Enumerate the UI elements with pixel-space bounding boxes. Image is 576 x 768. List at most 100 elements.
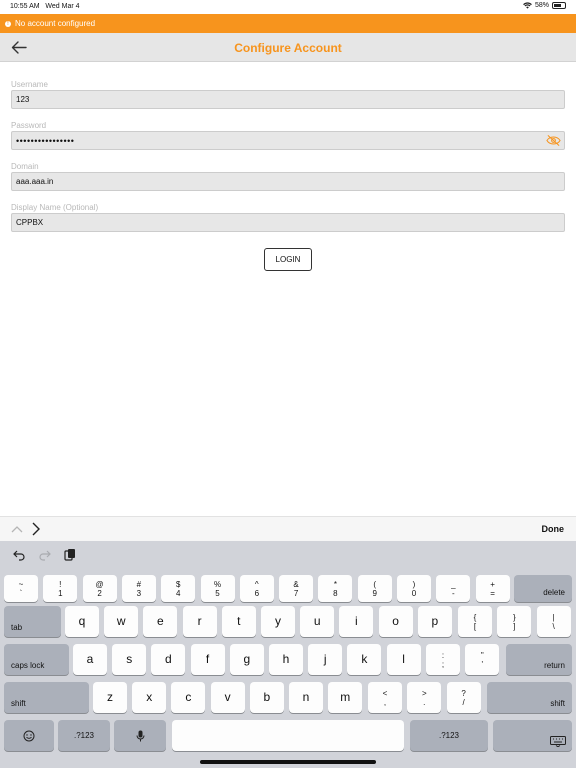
key-3[interactable]: #3 [121,575,156,602]
done-button[interactable]: Done [542,524,565,534]
undo-icon[interactable] [12,548,26,562]
key-i[interactable]: i [339,606,374,637]
display-name-input[interactable]: CPPBX [11,213,565,232]
domain-label: Domain [11,162,39,171]
key-top-label: % [213,579,222,589]
page-title: Configure Account [234,41,342,55]
password-label: Password [11,121,47,130]
display-name-field-group: Display Name (Optional) CPPBX [11,203,565,232]
key-top-label: ) [412,579,416,589]
key-1[interactable]: ! 1 [43,575,78,602]
keyboard-icon [550,736,566,747]
caps-lock-key[interactable]: caps lock [4,644,69,675]
key-9[interactable]: (9 [357,575,392,602]
numbers-key-left[interactable]: .?123 [58,720,110,751]
key-f[interactable]: f [190,644,225,675]
key-11[interactable]: _ - [436,575,471,602]
return-key[interactable]: return [506,644,572,675]
key-g[interactable]: g [229,644,264,675]
key-w[interactable]: w [104,606,139,637]
key-10[interactable]: ) 0 [397,575,431,602]
key-v[interactable]: v [210,682,245,713]
key-l[interactable]: l [386,644,421,675]
key-n[interactable]: n [289,682,323,713]
key-bottom-label: ` [19,588,23,598]
key-a[interactable]: a [73,644,107,675]
banner-text: No account configured [15,19,96,28]
emoji-key[interactable] [4,720,54,751]
key-h[interactable]: h [269,644,303,675]
key-sym4-1[interactable]: >. [407,682,442,713]
key-b[interactable]: b [249,682,284,713]
key-x[interactable]: x [132,682,167,713]
key-sym3-0[interactable]: :; [426,644,460,675]
key-o[interactable]: o [378,606,413,637]
key-bottom-label: 7 [293,588,299,598]
password-input[interactable]: •••••••••••••••• [11,131,565,150]
key-bottom-label: ] [513,621,516,631]
login-button[interactable]: LOGIN [264,248,312,271]
key-e[interactable]: e [143,606,178,637]
key-sym3-1[interactable]: " ' [465,644,500,675]
key-bottom-label: ; [441,659,445,669]
key-top-label: ( [373,579,377,589]
chevron-right-icon[interactable] [30,522,42,536]
key-k[interactable]: k [347,644,382,675]
eye-slash-icon[interactable] [546,134,561,147]
numbers-key-right[interactable]: .?123 [410,720,488,751]
domain-input[interactable]: aaa.aaa.in [11,172,565,191]
key-8[interactable]: * 8 [318,575,353,602]
password-field-group: Password •••••••••••••••• [11,121,565,150]
key-5[interactable]: % 5 [200,575,235,602]
hide-keyboard-key[interactable] [493,720,572,751]
key-top-label: @ [95,579,104,589]
username-input[interactable]: 123 [11,90,565,109]
shift-right-key[interactable]: shift [487,682,572,713]
key-sym-1[interactable]: }] [497,606,532,637]
delete-key[interactable]: delete [514,575,572,602]
key-bottom-label: \ [552,621,555,631]
key-4[interactable]: $4 [161,575,196,602]
key-bottom-label: 9 [372,588,377,598]
key-sym-0[interactable]: {[ [458,606,492,637]
username-label: Username [11,80,48,89]
paste-icon[interactable] [63,548,77,562]
status-indicators: 58% [523,2,566,9]
key-6[interactable]: ^ 6 [239,575,274,602]
key-sym4-0[interactable]: <, [368,682,402,713]
dictation-key[interactable] [114,720,166,751]
navigation-bar: Configure Account [0,33,576,62]
shift-left-key[interactable]: shift [4,682,89,713]
space-bar[interactable] [172,720,404,751]
key-j[interactable]: j [308,644,343,675]
key-u[interactable]: u [300,606,335,637]
key-sym-2[interactable]: | \ [536,606,571,637]
key-top-label: | [552,612,555,622]
key-12[interactable]: + = [475,575,510,602]
battery-percent: 58% [534,2,549,9]
chevron-up-icon[interactable] [11,523,23,535]
key-m[interactable]: m [328,682,363,713]
key-top-label: } [512,612,516,622]
key-r[interactable]: r [182,606,217,637]
redo-icon[interactable] [38,548,52,562]
key-7[interactable]: & 7 [279,575,314,602]
password-value: •••••••••••••••• [16,135,75,146]
key-z[interactable]: z [93,682,127,713]
tab-key[interactable]: tab [4,606,61,637]
key-s[interactable]: s [112,644,147,675]
key-d[interactable]: d [151,644,186,675]
key-t[interactable]: t [221,606,256,637]
key-top-label: ! [59,579,62,589]
key-top-label: : [441,650,445,660]
no-account-banner: ! No account configured [0,14,576,33]
key-0[interactable]: ~ ` [4,575,38,602]
key-c[interactable]: c [171,682,206,713]
key-sym4-2[interactable]: ? / [446,682,481,713]
username-field-group: Username 123 [11,80,565,109]
key-q[interactable]: q [65,606,99,637]
key-p[interactable]: p [417,606,452,637]
key-2[interactable]: @2 [82,575,117,602]
key-bottom-label: = [490,588,495,598]
key-y[interactable]: y [261,606,295,637]
